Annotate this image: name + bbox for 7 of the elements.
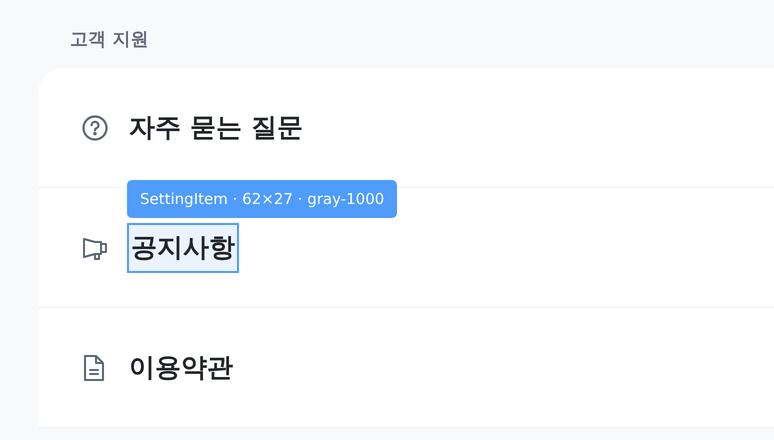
document-icon xyxy=(82,354,106,382)
setting-item[interactable]: 공지사항 xyxy=(127,222,239,272)
inspector-tooltip: SettingItem · 62×27 · gray-1000 xyxy=(127,180,398,218)
help-icon xyxy=(82,114,108,140)
section-title: 고객 지원 xyxy=(70,28,148,52)
setting-item[interactable]: 이용약관 xyxy=(125,342,237,392)
setting-item[interactable]: 자주 묻는 질문 xyxy=(125,102,308,152)
